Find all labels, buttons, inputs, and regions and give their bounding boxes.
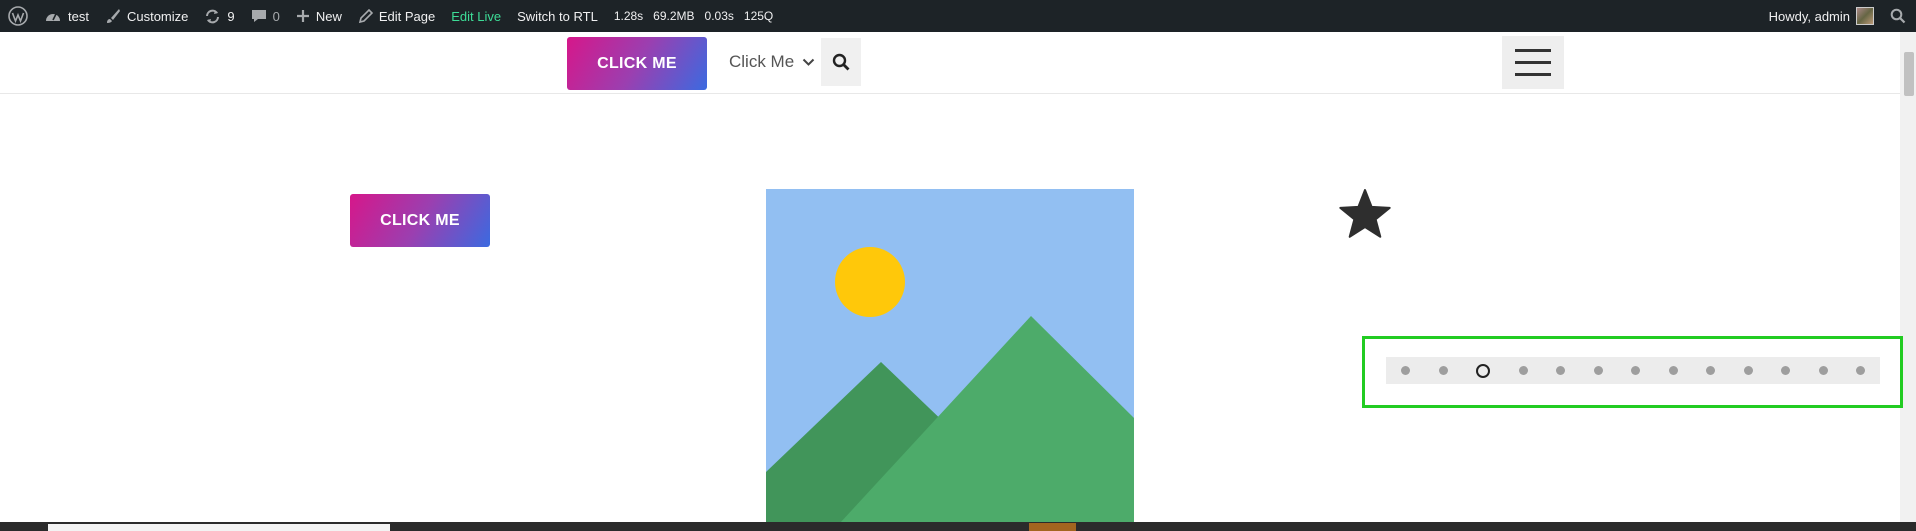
brush-icon bbox=[106, 9, 120, 23]
new-label: New bbox=[315, 8, 342, 24]
admin-search-button[interactable] bbox=[1882, 0, 1916, 32]
edit-page-link[interactable]: Edit Page bbox=[350, 0, 443, 32]
admin-bar: test Customize 9 0 New Edit Page Edit Li… bbox=[0, 0, 1916, 32]
pagination-dot-active[interactable] bbox=[1476, 363, 1490, 378]
os-taskbar bbox=[0, 522, 1916, 531]
header-search-button[interactable] bbox=[821, 38, 861, 86]
comments-count: 0 bbox=[272, 8, 280, 24]
pagination-dot[interactable] bbox=[1401, 366, 1410, 375]
scrollbar-thumb[interactable] bbox=[1904, 52, 1914, 96]
pagination-dot[interactable] bbox=[1438, 366, 1448, 375]
search-icon bbox=[1890, 8, 1906, 24]
metric-time: 1.28s bbox=[613, 9, 644, 23]
carousel-pagination bbox=[1386, 357, 1880, 384]
pagination-dot[interactable] bbox=[1556, 366, 1565, 375]
search-icon bbox=[832, 53, 850, 71]
comment-icon bbox=[251, 10, 266, 22]
dashboard-icon bbox=[46, 13, 60, 21]
edit-live-link[interactable]: Edit Live bbox=[443, 0, 509, 32]
pagination-dot[interactable] bbox=[1668, 366, 1678, 375]
avatar bbox=[1856, 7, 1874, 25]
customize-link[interactable]: Customize bbox=[97, 0, 196, 32]
switch-rtl-link[interactable]: Switch to RTL bbox=[509, 0, 606, 32]
customize-label: Customize bbox=[126, 8, 189, 24]
site-name-link[interactable]: test bbox=[36, 0, 97, 32]
site-name-label: test bbox=[68, 8, 89, 24]
metric-queries: 125Q bbox=[743, 9, 774, 23]
plus-icon bbox=[296, 10, 309, 22]
metric-db-time: 0.03s bbox=[704, 9, 734, 23]
taskbar-app-button[interactable] bbox=[1029, 523, 1076, 531]
hamburger-line bbox=[1515, 61, 1551, 64]
pagination-dot[interactable] bbox=[1743, 366, 1753, 375]
landscape-image-icon bbox=[766, 189, 1134, 523]
pagination-dot[interactable] bbox=[1818, 366, 1828, 375]
pagination-dot[interactable] bbox=[1593, 366, 1603, 375]
pencil-icon bbox=[358, 8, 373, 23]
star-icon bbox=[1337, 188, 1393, 247]
hamburger-line bbox=[1515, 49, 1551, 52]
header-menu-label: Click Me bbox=[729, 52, 795, 71]
header-click-me-button[interactable]: CLICK ME bbox=[567, 37, 707, 90]
metric-memory: 69.2MB bbox=[653, 9, 695, 23]
edit-page-label: Edit Page bbox=[378, 8, 436, 24]
pagination-dot[interactable] bbox=[1706, 366, 1715, 375]
pagination-dot[interactable] bbox=[1781, 366, 1790, 375]
header-menu-item[interactable]: Click Me bbox=[729, 52, 815, 72]
pagination-dot[interactable] bbox=[1631, 366, 1640, 375]
hamburger-menu-button[interactable] bbox=[1502, 36, 1564, 89]
chevron-down-icon bbox=[802, 58, 815, 66]
content-click-me-button[interactable]: CLICK ME bbox=[350, 194, 490, 247]
pagination-dot[interactable] bbox=[1518, 366, 1528, 375]
site-header: CLICK ME Click Me bbox=[0, 32, 1900, 94]
updates-icon bbox=[206, 9, 220, 23]
query-monitor-metrics[interactable]: 1.28s 69.2MB 0.03s 125Q bbox=[606, 0, 773, 32]
hamburger-line bbox=[1515, 73, 1551, 76]
howdy-label: Howdy, admin bbox=[1768, 8, 1850, 24]
updates-link[interactable]: 9 bbox=[196, 0, 242, 32]
my-account-link[interactable]: Howdy, admin bbox=[1761, 0, 1882, 32]
new-content-link[interactable]: New bbox=[288, 0, 350, 32]
page-scrollbar[interactable] bbox=[1900, 32, 1916, 522]
pagination-dot[interactable] bbox=[1856, 366, 1865, 375]
image-placeholder bbox=[766, 189, 1134, 523]
updates-count: 9 bbox=[227, 8, 235, 24]
comments-link[interactable]: 0 bbox=[243, 0, 288, 32]
wordpress-logo-icon[interactable] bbox=[0, 0, 36, 32]
taskbar-search-box[interactable] bbox=[48, 524, 390, 531]
